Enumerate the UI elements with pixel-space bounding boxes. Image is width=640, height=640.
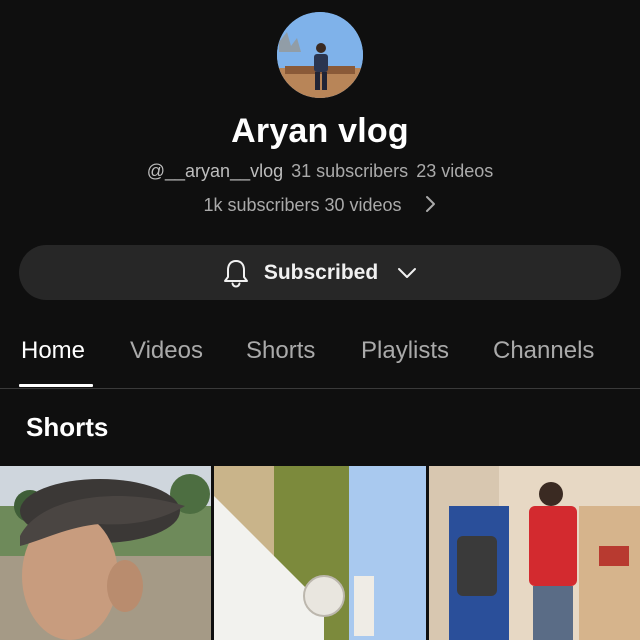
subscribed-label: Subscribed xyxy=(263,260,379,284)
short-thumbnail-image xyxy=(0,466,211,640)
channel-meta: @__aryan__vlog 31 subscribers 23 videos xyxy=(0,161,640,182)
more-info-text: 1k subscribers 30 videos xyxy=(203,195,402,215)
short-thumbnail-image xyxy=(429,466,640,640)
channel-more-info[interactable]: 1k subscribers 30 videos xyxy=(0,195,640,218)
video-count: 23 videos xyxy=(416,161,494,181)
shorts-shelf xyxy=(0,466,640,640)
short-thumbnail-2[interactable] xyxy=(214,466,426,640)
channel-avatar[interactable] xyxy=(277,12,363,98)
channel-name: Aryan vlog xyxy=(231,112,409,150)
section-title: Shorts xyxy=(26,412,109,442)
avatar-image xyxy=(277,12,363,98)
active-tab-indicator xyxy=(19,384,93,387)
subscribed-button[interactable]: Subscribed xyxy=(19,245,621,300)
channel-tabs: Home Videos Shorts Playlists Channels xyxy=(0,325,640,389)
short-thumbnail-3[interactable] xyxy=(429,466,640,640)
tab-playlists[interactable]: Playlists xyxy=(361,337,449,365)
tab-channels[interactable]: Channels xyxy=(493,337,594,365)
short-thumbnail-image xyxy=(214,466,426,640)
short-thumbnail-1[interactable] xyxy=(0,466,211,640)
tab-home[interactable]: Home xyxy=(21,337,85,365)
tab-videos[interactable]: Videos xyxy=(130,337,203,365)
bell-icon xyxy=(223,259,248,288)
channel-handle: @__aryan__vlog xyxy=(146,161,284,181)
subscriber-count: 31 subscribers xyxy=(291,161,409,181)
chevron-right-icon xyxy=(425,195,437,218)
tab-shorts[interactable]: Shorts xyxy=(246,337,315,365)
chevron-down-icon xyxy=(398,267,417,278)
